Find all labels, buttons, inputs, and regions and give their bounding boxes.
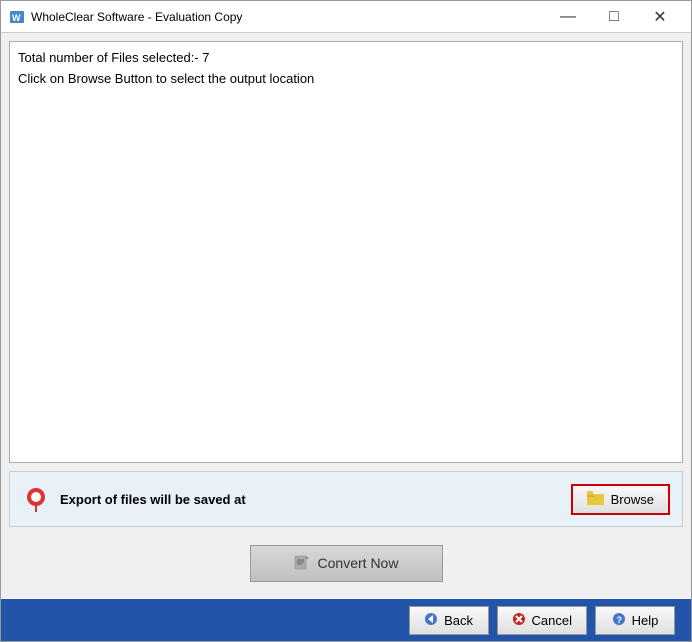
svg-text:?: ? — [616, 615, 622, 625]
back-icon — [424, 612, 438, 629]
svg-text:W: W — [12, 13, 21, 23]
close-button[interactable]: ✕ — [637, 1, 683, 33]
browse-hint-label: Click on Browse Button to select the out… — [18, 71, 674, 86]
convert-now-button[interactable]: Convert Now — [250, 545, 443, 582]
browse-button-label: Browse — [611, 492, 654, 507]
browse-button[interactable]: Browse — [571, 484, 670, 515]
back-label: Back — [444, 613, 473, 628]
app-icon: W — [9, 9, 25, 25]
cancel-label: Cancel — [532, 613, 572, 628]
convert-button-label: Convert Now — [318, 555, 399, 571]
back-button[interactable]: Back — [409, 606, 489, 635]
help-icon: ? — [612, 612, 626, 629]
cancel-button[interactable]: Cancel — [497, 606, 587, 635]
help-label: Help — [632, 613, 659, 628]
location-icon — [22, 485, 50, 513]
bottom-bar: Back Cancel ? Help — [1, 599, 691, 641]
file-count-label: Total number of Files selected:- 7 — [18, 50, 674, 65]
convert-area: Convert Now — [9, 535, 683, 591]
info-area: Total number of Files selected:- 7 Click… — [9, 41, 683, 463]
convert-icon — [294, 554, 310, 573]
window-controls: — □ ✕ — [545, 1, 683, 33]
title-bar: W WholeClear Software - Evaluation Copy … — [1, 1, 691, 33]
cancel-icon — [512, 612, 526, 629]
window-title: WholeClear Software - Evaluation Copy — [31, 10, 545, 24]
main-window: W WholeClear Software - Evaluation Copy … — [0, 0, 692, 642]
folder-icon — [587, 491, 605, 508]
minimize-button[interactable]: — — [545, 1, 591, 33]
export-path-label: Export of files will be saved at — [60, 492, 561, 507]
window-content: Total number of Files selected:- 7 Click… — [1, 33, 691, 599]
browse-bar: Export of files will be saved at Browse — [9, 471, 683, 527]
maximize-button[interactable]: □ — [591, 1, 637, 33]
help-button[interactable]: ? Help — [595, 606, 675, 635]
